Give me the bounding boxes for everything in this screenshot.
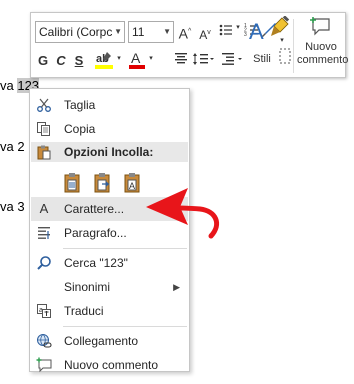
- paste-merge-formatting-button[interactable]: [92, 171, 114, 195]
- menu-item-label: Paragrafo...: [64, 226, 127, 240]
- document-line-3[interactable]: va 3: [0, 199, 25, 214]
- menu-divider: [63, 248, 187, 249]
- grow-font-icon: A: [178, 25, 189, 42]
- context-menu: Taglia Copia Opzioni Incolla: A A Caratt…: [29, 88, 190, 373]
- font-color-dropdown[interactable]: ▾: [147, 49, 155, 69]
- translate-icon: a: [37, 304, 51, 318]
- menu-item-new-comment[interactable]: Nuovo commento: [31, 353, 188, 377]
- line-spacing-button[interactable]: [191, 51, 217, 71]
- chevron-right-icon: ▶: [173, 282, 180, 292]
- line-spacing-icon: [193, 53, 214, 65]
- menu-item-paragraph[interactable]: Paragrafo...: [31, 221, 188, 245]
- highlight-dropdown[interactable]: ▾: [115, 49, 123, 69]
- bold-button[interactable]: G: [35, 51, 51, 71]
- search-icon: [37, 256, 51, 270]
- font-name-combo[interactable]: Calibri (Corpc ▼: [35, 21, 125, 43]
- new-comment-label[interactable]: Nuovo commento: [297, 41, 348, 67]
- italic-button[interactable]: C: [53, 51, 69, 71]
- paste-keep-formatting-button[interactable]: [62, 171, 84, 195]
- menu-item-label: Carattere...: [64, 202, 125, 216]
- styles-button[interactable]: A: [245, 17, 279, 49]
- indent-icon: [222, 53, 242, 65]
- menu-item-copy[interactable]: Copia: [31, 117, 188, 141]
- menu-item-font[interactable]: A Carattere...: [31, 197, 188, 221]
- styles-label: Stili: [253, 53, 271, 65]
- align-center-icon: [175, 53, 187, 64]
- chevron-down-icon[interactable]: ▼: [114, 22, 122, 42]
- paste-icon: [37, 145, 51, 160]
- grow-font-button[interactable]: A^: [177, 22, 193, 42]
- menu-item-search[interactable]: Cerca "123": [31, 251, 188, 275]
- highlight-button[interactable]: ab: [93, 49, 115, 73]
- link-icon: [37, 334, 52, 348]
- mini-toolbar: Calibri (Corpc ▼ 11 ▼ A^ Av ▾ 1 2 3 G C: [30, 12, 348, 78]
- copy-icon: [37, 122, 50, 136]
- styles-dropdown[interactable]: ▾: [277, 31, 287, 51]
- menu-item-synonyms[interactable]: Sinonimi ▶: [31, 275, 188, 299]
- new-comment-icon: [310, 17, 330, 36]
- paste-keep-formatting-icon: [64, 173, 80, 193]
- font-color-button[interactable]: A: [127, 49, 147, 73]
- menu-item-label: Taglia: [64, 98, 96, 112]
- paragraph-icon: [38, 227, 50, 239]
- menu-item-label: Copia: [64, 122, 96, 136]
- font-name-value: Calibri (Corpc: [39, 25, 113, 39]
- svg-text:A: A: [249, 19, 264, 44]
- font-size-combo[interactable]: 11 ▼: [128, 21, 174, 43]
- paste-options-label: Opzioni Incolla:: [64, 145, 154, 159]
- menu-item-label: Collegamento: [64, 334, 139, 348]
- document-line-1-text: va: [0, 78, 18, 93]
- menu-item-label: Nuovo commento: [64, 358, 159, 372]
- scissors-icon: [37, 98, 51, 112]
- highlighter-icon: ab: [95, 52, 113, 69]
- document-line-2[interactable]: va 2: [0, 139, 25, 154]
- chevron-down-icon: ▾: [280, 37, 284, 44]
- new-comment-icon: [36, 357, 52, 373]
- bullet-list-icon: [219, 24, 232, 36]
- styles-icon: A: [249, 19, 276, 44]
- underline-button[interactable]: S: [71, 51, 87, 71]
- menu-item-link[interactable]: Collegamento: [31, 329, 188, 353]
- svg-text:A: A: [131, 50, 141, 66]
- menu-item-label: Traduci: [64, 304, 104, 318]
- menu-item-cut[interactable]: Taglia: [31, 93, 188, 117]
- chevron-down-icon[interactable]: ▼: [163, 22, 171, 42]
- svg-text:A: A: [129, 181, 135, 191]
- paste-text-only-button[interactable]: A: [122, 171, 144, 195]
- chevron-down-icon: ▾: [149, 55, 153, 62]
- menu-item-label: Cerca "123": [64, 256, 128, 270]
- menu-item-label: Sinonimi: [64, 280, 111, 294]
- menu-item-translate[interactable]: a Traduci: [31, 299, 188, 323]
- shrink-font-button[interactable]: Av: [197, 23, 213, 43]
- paste-merge-formatting-icon: [94, 173, 110, 193]
- font-size-value: 11: [132, 25, 145, 39]
- bullets-button[interactable]: [217, 22, 235, 42]
- center-align-button[interactable]: [171, 51, 191, 71]
- font-color-icon: A: [129, 50, 145, 69]
- chevron-down-icon: ▾: [117, 55, 121, 62]
- bullets-dropdown[interactable]: ▾: [234, 18, 242, 38]
- menu-divider: [63, 326, 187, 327]
- paste-text-only-icon: A: [124, 173, 140, 193]
- font-icon: A: [39, 201, 49, 216]
- increase-indent-button[interactable]: [219, 51, 245, 71]
- new-comment-button[interactable]: [297, 16, 345, 38]
- paste-options-header: Opzioni Incolla:: [31, 142, 188, 162]
